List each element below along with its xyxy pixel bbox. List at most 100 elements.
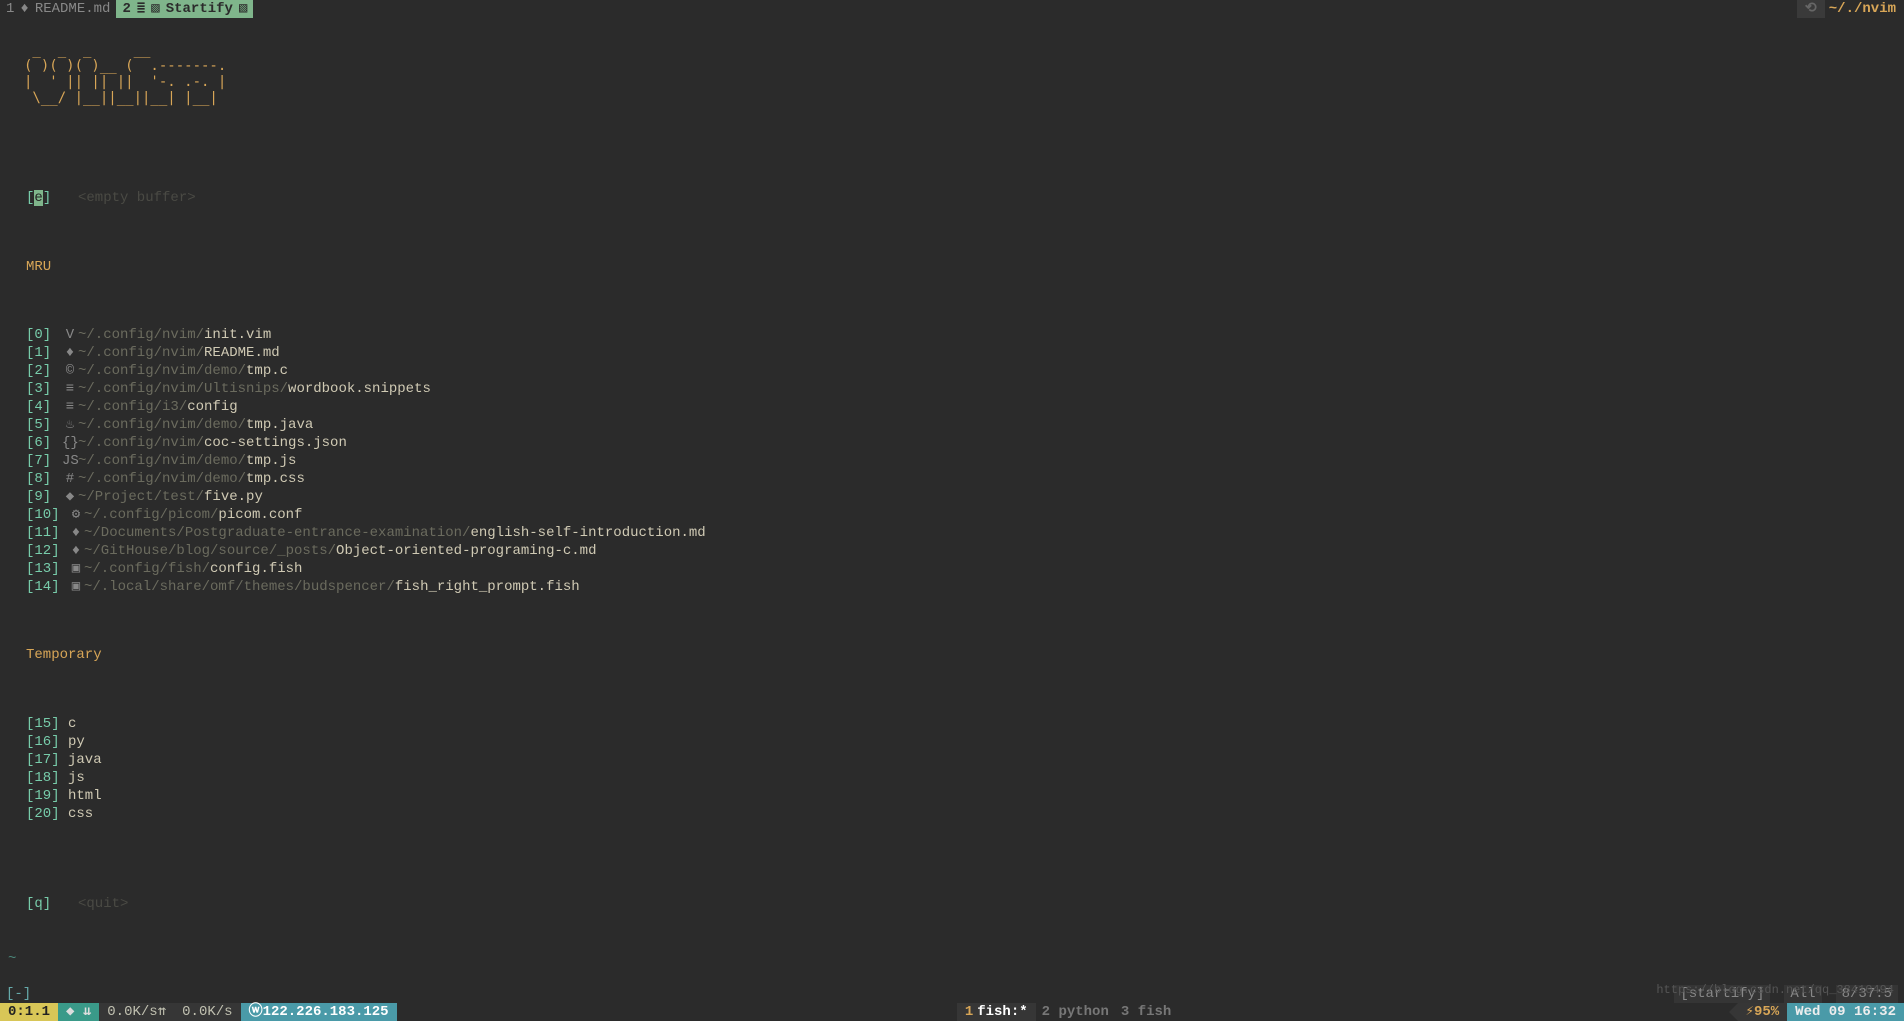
filetype-icon: ♦ xyxy=(68,524,84,542)
temp-label: java xyxy=(68,751,102,769)
mru-index: [0] xyxy=(4,326,62,344)
filetype-icon: {} xyxy=(62,434,78,452)
mru-filename: wordbook.snippets xyxy=(288,381,431,397)
mru-item[interactable]: [2]©~/.config/nvim/demo/tmp.c xyxy=(4,362,1900,380)
mru-item[interactable]: [4]≡~/.config/i3/config xyxy=(4,398,1900,416)
filetype-icon: ♦ xyxy=(62,344,78,362)
mru-list: [0]V~/.config/nvim/init.vim[1]♦~/.config… xyxy=(4,326,1900,596)
mru-item[interactable]: [11]♦~/Documents/Postgraduate-entrance-e… xyxy=(4,524,1900,542)
mru-path: ~/.config/picom/ xyxy=(84,507,218,523)
mru-item[interactable]: [12]♦~/GitHouse/blog/source/_posts/Objec… xyxy=(4,542,1900,560)
temporary-item[interactable]: [15]c xyxy=(4,715,1900,733)
tmux-window-python[interactable]: 2 python xyxy=(1036,1003,1115,1021)
filetype-icon: ≡ xyxy=(62,380,78,398)
mru-item[interactable]: [3]≡~/.config/nvim/Ultisnips/wordbook.sn… xyxy=(4,380,1900,398)
datetime: Wed 09 16:32 xyxy=(1787,1003,1904,1021)
mru-index: [6] xyxy=(4,434,62,452)
temporary-item[interactable]: [19]html xyxy=(4,787,1900,805)
mru-path: ~/.config/fish/ xyxy=(84,561,210,577)
filetype-icon: ♦ xyxy=(68,542,84,560)
mru-index: [9] xyxy=(4,488,62,506)
empty-line: ~ xyxy=(4,950,1900,968)
filetype-icon: JS xyxy=(62,452,78,470)
mru-path: ~/GitHouse/blog/source/_posts/ xyxy=(84,543,336,559)
mru-path: ~/.config/i3/ xyxy=(78,399,187,415)
mru-path: ~/.config/nvim/demo/ xyxy=(78,417,246,433)
temporary-item[interactable]: [17]java xyxy=(4,751,1900,769)
filetype-icon: V xyxy=(62,326,78,344)
mru-item[interactable]: [7]JS~/.config/nvim/demo/tmp.js xyxy=(4,452,1900,470)
mru-index: [8] xyxy=(4,470,62,488)
mru-item[interactable]: [9]◆~/Project/test/five.py xyxy=(4,488,1900,506)
mru-item[interactable]: [1]♦~/.config/nvim/README.md xyxy=(4,344,1900,362)
temporary-item[interactable]: [18]js xyxy=(4,769,1900,787)
filetype-icon: ▣ xyxy=(68,578,84,596)
mru-item[interactable]: [10]⚙~/.config/picom/picom.conf xyxy=(4,506,1900,524)
temporary-section-title: Temporary xyxy=(4,646,1900,664)
temp-index: [15] xyxy=(4,715,68,733)
tmux-window-fish2[interactable]: 3 fish xyxy=(1115,1003,1177,1021)
mru-filename: fish_right_prompt.fish xyxy=(395,579,580,595)
sync-icon: ⟲ xyxy=(1797,0,1825,18)
mru-filename: tmp.c xyxy=(246,363,288,379)
mru-path: ~/.config/nvim/ xyxy=(78,327,204,343)
net-up: 0.0K/s xyxy=(174,1003,240,1021)
temporary-item[interactable]: [20]css xyxy=(4,805,1900,823)
tmux-statusbar: 0:1.1 ◆ ⇊ 0.0K/s ⇈ 0.0K/s ⓦ 122.226.183.… xyxy=(0,1003,1904,1021)
filetype-icon: ≡ xyxy=(62,398,78,416)
temp-index: [19] xyxy=(4,787,68,805)
mru-path: ~/.config/nvim/Ultisnips/ xyxy=(78,381,288,397)
tab-readme[interactable]: 1 ♦ README.md xyxy=(0,0,116,18)
filetype-icon: ▣ xyxy=(68,560,84,578)
mru-item[interactable]: [8]#~/.config/nvim/demo/tmp.css xyxy=(4,470,1900,488)
markdown-icon: ♦ xyxy=(20,0,28,18)
mru-filename: tmp.css xyxy=(246,471,305,487)
tab-startify[interactable]: 2 ≣ ▧ Startify ▧ xyxy=(116,0,253,18)
mru-filename: picom.conf xyxy=(218,507,302,523)
ascii-banner: _ _ _ __ ( )( )( )__ ( .-------. | ' || … xyxy=(24,42,1900,106)
mru-index: [1] xyxy=(4,344,62,362)
mru-index: [13] xyxy=(4,560,68,578)
mru-path: ~/.config/nvim/ xyxy=(78,435,204,451)
mru-filename: tmp.js xyxy=(246,453,296,469)
mru-filename: five.py xyxy=(204,489,263,505)
mru-index: [10] xyxy=(4,506,68,524)
temp-index: [18] xyxy=(4,769,68,787)
watermark: https://blog.csdn.net/qq_38410494 xyxy=(1656,983,1894,999)
filetype-icon: ♨ xyxy=(62,416,78,434)
mru-item[interactable]: [6]{}~/.config/nvim/coc-settings.json xyxy=(4,434,1900,452)
mru-path: ~/.config/nvim/demo/ xyxy=(78,453,246,469)
temp-label: c xyxy=(68,715,76,733)
empty-buffer-entry[interactable]: [e] <empty buffer> xyxy=(4,189,1900,207)
tmux-windows: 1fish:* 2 python 3 fish xyxy=(957,1003,1177,1021)
temp-label: py xyxy=(68,733,85,751)
statusline: [-] [startify] All 8/37:5 xyxy=(0,985,1904,1003)
status-mode: [-] xyxy=(6,985,31,1003)
mru-path: ~/.config/nvim/ xyxy=(78,345,204,361)
mru-index: [12] xyxy=(4,542,68,560)
temporary-item[interactable]: [16]py xyxy=(4,733,1900,751)
startify-buffer: _ _ _ __ ( )( )( )__ ( .-------. | ' || … xyxy=(0,18,1904,985)
list-icon: ≣ xyxy=(137,0,145,18)
mru-section-title: MRU xyxy=(4,258,1900,276)
mru-item[interactable]: [0]V~/.config/nvim/init.vim xyxy=(4,326,1900,344)
tabline: 1 ♦ README.md 2 ≣ ▧ Startify ▧ ⟲~/./nvim xyxy=(0,0,1904,18)
mru-filename: tmp.java xyxy=(246,417,313,433)
mru-index: [11] xyxy=(4,524,68,542)
mru-filename: config.fish xyxy=(210,561,302,577)
tmux-window-fish[interactable]: 1fish:* xyxy=(957,1003,1036,1021)
mru-item[interactable]: [14]▣~/.local/share/omf/themes/budspence… xyxy=(4,578,1900,596)
mru-item[interactable]: [5]♨~/.config/nvim/demo/tmp.java xyxy=(4,416,1900,434)
mru-item[interactable]: [13]▣~/.config/fish/config.fish xyxy=(4,560,1900,578)
filetype-icon: ⚙ xyxy=(68,506,84,524)
temp-index: [20] xyxy=(4,805,68,823)
mru-index: [7] xyxy=(4,452,62,470)
quit-entry[interactable]: [q] <quit> xyxy=(4,896,1900,914)
mru-path: ~/Documents/Postgraduate-entrance-examin… xyxy=(84,525,470,541)
temp-index: [16] xyxy=(4,733,68,751)
mru-filename: README.md xyxy=(204,345,280,361)
mru-filename: coc-settings.json xyxy=(204,435,347,451)
temp-label: css xyxy=(68,805,93,823)
battery-indicator: ⚡ 95% xyxy=(1738,1003,1788,1021)
tmux-session[interactable]: 0:1.1 xyxy=(0,1003,58,1021)
